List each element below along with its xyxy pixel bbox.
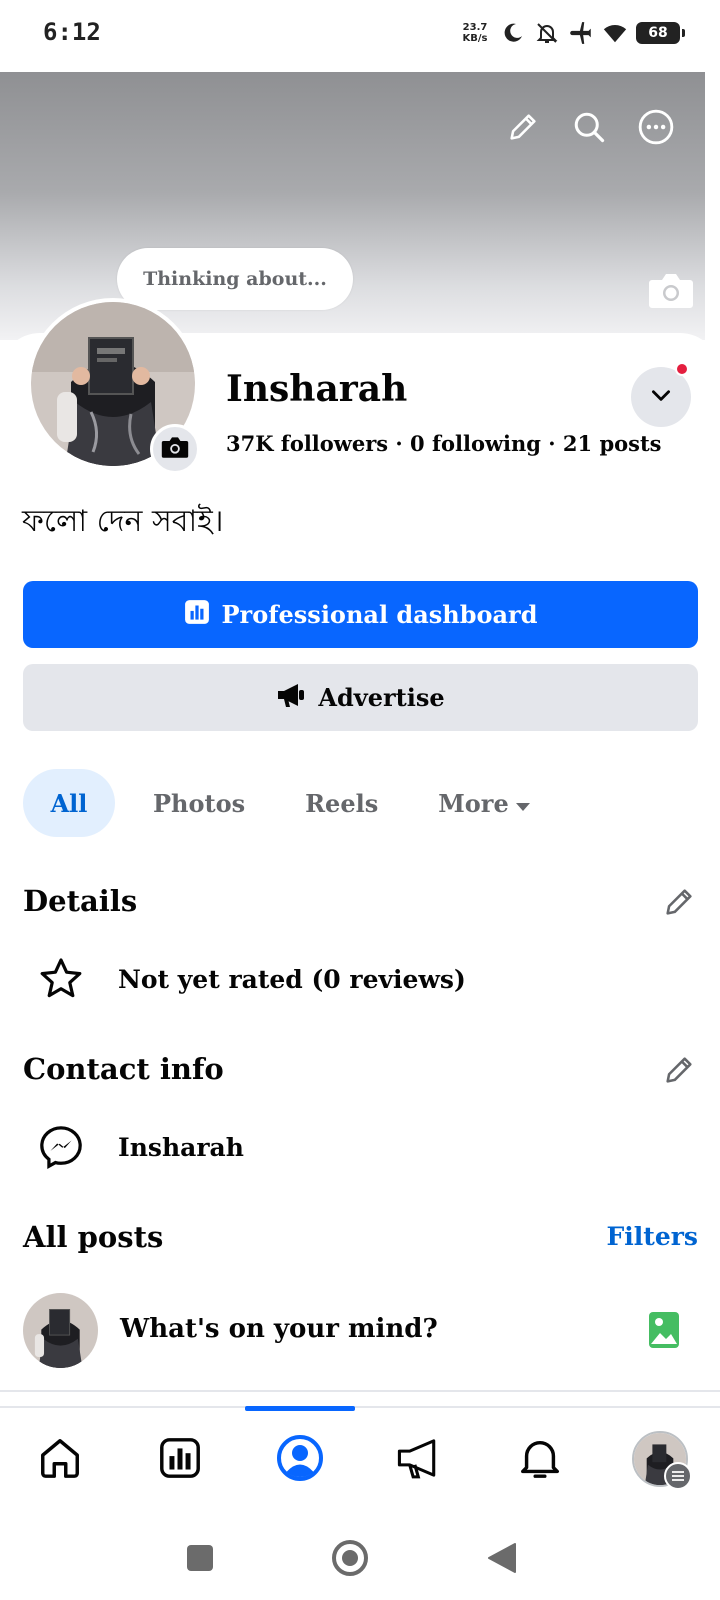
photo-icon[interactable] <box>648 1311 680 1349</box>
professional-dashboard-button[interactable]: Professional dashboard <box>23 581 698 648</box>
nav-ads[interactable] <box>392 1432 448 1488</box>
advertise-label: Advertise <box>318 683 445 712</box>
star-icon <box>36 954 86 1004</box>
active-tab-indicator <box>245 1406 355 1411</box>
square-icon <box>186 1544 214 1576</box>
tab-more-label: More <box>438 788 509 818</box>
home-icon <box>37 1435 83 1485</box>
notification-dot <box>675 362 689 376</box>
menu-icon[interactable] <box>664 1462 692 1490</box>
profile-name: Insharah <box>226 368 408 410</box>
bell-off-icon <box>534 20 560 46</box>
filters-link[interactable]: Filters <box>607 1222 698 1251</box>
edit-icon[interactable] <box>501 105 545 149</box>
more-icon[interactable] <box>634 105 678 149</box>
nav-profile[interactable] <box>272 1432 328 1488</box>
messenger-icon <box>36 1122 86 1172</box>
contact-info-title: Contact info <box>23 1052 224 1086</box>
tab-all[interactable]: All <box>23 769 115 837</box>
all-posts-title: All posts <box>23 1220 164 1254</box>
tab-photos[interactable]: Photos <box>131 769 267 837</box>
network-speed: 23.7 KB/s <box>458 22 492 44</box>
home-button[interactable] <box>328 1538 372 1582</box>
bell-icon <box>517 1435 563 1485</box>
edit-contact-icon[interactable] <box>661 1052 697 1088</box>
profile-icon <box>276 1434 324 1486</box>
back-button[interactable] <box>480 1538 524 1582</box>
thought-bubble[interactable]: Thinking about... <box>117 248 353 310</box>
composer-avatar[interactable] <box>23 1293 98 1368</box>
composer-prompt[interactable]: What's on your mind? <box>120 1314 438 1344</box>
rating-row: Not yet rated (0 reviews) <box>36 954 466 1004</box>
dashboard-icon <box>157 1435 203 1485</box>
tab-reels[interactable]: Reels <box>283 769 400 837</box>
nav-dashboard[interactable] <box>152 1432 208 1488</box>
profile-stats[interactable]: 37K followers · 0 following · 21 posts <box>226 431 661 456</box>
rating-text: Not yet rated (0 reviews) <box>118 964 466 994</box>
dashboard-icon <box>184 599 210 631</box>
network-speed-unit: KB/s <box>462 33 488 44</box>
profile-bio: ফলো দেন সবাই। <box>22 504 224 539</box>
details-title: Details <box>23 884 138 918</box>
caret-down-icon <box>515 789 531 818</box>
network-speed-value: 23.7 <box>462 22 488 33</box>
camera-icon[interactable] <box>648 270 694 310</box>
moon-icon <box>500 20 526 46</box>
camera-icon <box>161 435 189 463</box>
back-triangle-icon <box>487 1542 517 1578</box>
advertise-button[interactable]: Advertise <box>23 664 698 731</box>
status-time: 6:12 <box>43 18 101 46</box>
battery-indicator: 68 <box>636 22 685 44</box>
search-icon[interactable] <box>567 105 611 149</box>
wifi-icon <box>602 20 628 46</box>
airplane-icon <box>568 20 594 46</box>
professional-dashboard-label: Professional dashboard <box>221 600 538 629</box>
megaphone-icon <box>276 682 306 714</box>
circle-icon <box>331 1539 369 1581</box>
tab-more[interactable]: More <box>416 769 553 837</box>
megaphone-icon <box>396 1436 444 1484</box>
chevron-down-icon <box>648 382 674 412</box>
profile-switch-button[interactable] <box>631 367 691 427</box>
nav-notifications[interactable] <box>512 1432 568 1488</box>
messenger-row[interactable]: Insharah <box>36 1122 244 1172</box>
nav-home[interactable] <box>32 1432 88 1488</box>
divider <box>0 1390 720 1392</box>
avatar-camera-button[interactable] <box>150 424 200 474</box>
bottom-nav <box>0 1408 720 1524</box>
content-tabs: All Photos Reels More <box>23 769 553 837</box>
messenger-name: Insharah <box>118 1132 244 1162</box>
status-bar: 6:12 23.7 KB/s 68 <box>0 0 720 72</box>
edit-details-icon[interactable] <box>661 884 697 920</box>
recent-apps-button[interactable] <box>178 1538 222 1582</box>
status-icons: 23.7 KB/s 68 <box>458 16 685 50</box>
